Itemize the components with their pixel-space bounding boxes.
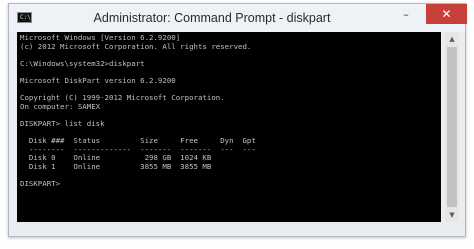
console-text: Microsoft Windows [Version 6.2.9200] (c)… <box>17 32 441 191</box>
minimize-button[interactable]: – <box>393 4 419 24</box>
console-line: (c) 2012 Microsoft Corporation. All righ… <box>20 41 252 51</box>
console-line: DISKPART> list disk <box>20 118 105 128</box>
command-prompt-window: C:\ Administrator: Command Prompt - disk… <box>8 3 467 237</box>
console-output[interactable]: Microsoft Windows [Version 6.2.9200] (c)… <box>17 32 441 222</box>
console-line: DISKPART> <box>20 179 65 189</box>
scrollbar-thumb[interactable] <box>447 47 457 207</box>
close-button[interactable]: ✕ <box>426 4 467 24</box>
console-line: On computer: SAMEX <box>20 101 101 111</box>
scroll-up-arrow-icon[interactable]: ▲ <box>445 32 459 46</box>
console-line: Microsoft DiskPart version 6.2.9200 <box>20 75 176 85</box>
title-bar[interactable]: C:\ Administrator: Command Prompt - disk… <box>9 4 467 32</box>
console-line: Disk 1 Online 3855 MB 3855 MB <box>20 161 212 171</box>
console-line: C:\Windows\system32>diskpart <box>20 58 145 68</box>
vertical-scrollbar[interactable]: ▲ ▼ <box>445 32 459 222</box>
scroll-down-arrow-icon[interactable]: ▼ <box>445 208 459 222</box>
